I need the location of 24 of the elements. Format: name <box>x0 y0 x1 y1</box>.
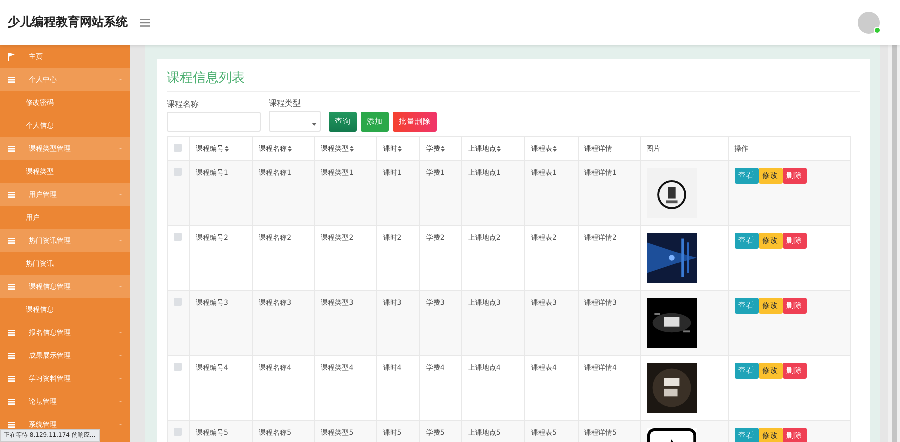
type-select[interactable] <box>269 111 321 132</box>
site-title: 少儿编程教育网站系统 <box>8 14 129 31</box>
name-input[interactable] <box>167 112 261 132</box>
page-title: 课程信息列表 <box>167 69 860 92</box>
field-label: 课程名称 <box>167 99 200 110</box>
checkbox[interactable] <box>174 144 182 152</box>
field-label: 课程类型 <box>269 98 302 109</box>
sort-icon[interactable] <box>288 146 292 152</box>
checkbox[interactable] <box>174 233 182 241</box>
flag-icon <box>8 52 15 60</box>
checkbox[interactable] <box>174 428 182 436</box>
sort-icon[interactable] <box>350 146 354 152</box>
checkbox[interactable] <box>174 298 182 306</box>
avatar[interactable] <box>858 12 880 34</box>
sort-icon[interactable] <box>553 146 558 152</box>
sort-icon[interactable] <box>398 146 402 152</box>
caret-icon <box>312 123 317 126</box>
menu-icon[interactable] <box>140 18 150 26</box>
scrollbar[interactable] <box>888 45 900 442</box>
sort-icon[interactable] <box>497 146 502 152</box>
checkbox[interactable] <box>174 363 182 371</box>
checkbox[interactable] <box>174 168 182 176</box>
sort-icon[interactable] <box>441 146 446 152</box>
sort-icon[interactable] <box>225 146 230 152</box>
